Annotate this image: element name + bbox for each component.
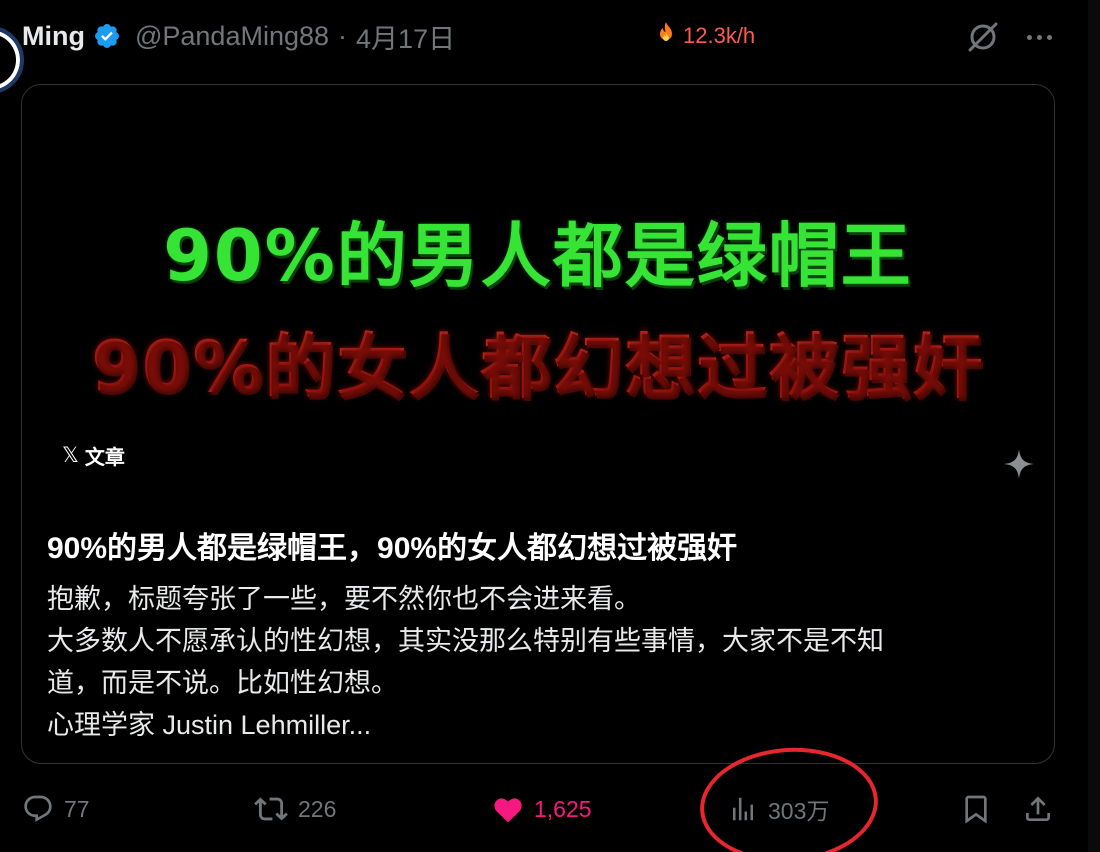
- repost-icon: [254, 797, 288, 821]
- banner-headline-green: 90%的男人都是绿帽王: [163, 215, 913, 297]
- article-card[interactable]: 90%的男人都是绿帽王 90%的女人都幻想过被强奸 𝕏 文章 90%的男人都是绿…: [21, 84, 1055, 764]
- reply-icon: [24, 795, 52, 822]
- author-name[interactable]: Ming: [22, 21, 85, 52]
- avatar[interactable]: [0, 26, 24, 94]
- verified-badge-icon: [93, 22, 121, 50]
- repost-button[interactable]: 226: [254, 784, 336, 834]
- share-icon: [1026, 796, 1050, 821]
- bookmark-icon: [965, 795, 987, 824]
- reply-button[interactable]: 77: [22, 784, 90, 834]
- sparkle-icon: [1002, 447, 1036, 481]
- tweet-view: Ming @PandaMing88 · 4月17日 12.3k/h 90%的男人…: [0, 0, 1100, 852]
- bookmark-button[interactable]: [960, 784, 992, 834]
- repost-count: 226: [298, 795, 337, 822]
- trend-rate-value: 12.3k/h: [683, 23, 756, 48]
- article-banner-image: 90%的男人都是绿帽王 90%的女人都幻想过被强奸 𝕏 文章: [22, 85, 1054, 495]
- x-logo-icon: 𝕏: [62, 443, 79, 467]
- article-badge-label: 文章: [84, 446, 125, 469]
- action-bar: 77 226 1,625 303万: [0, 784, 1100, 834]
- article-excerpt-line: 大多数人不愿承认的性幻想，其实没那么特别有些事情，大家不是不知: [47, 626, 884, 656]
- article-excerpt-line: 心理学家 Justin Lehmiller...: [47, 710, 372, 740]
- author-handle[interactable]: @PandaMing88: [135, 21, 329, 52]
- fire-icon: [655, 21, 677, 51]
- article-excerpt-line: 道，而是不说。比如性幻想。: [47, 668, 398, 698]
- article-excerpt-line: 抱歉，标题夸张了一些，要不然你也不会进来看。: [47, 584, 641, 614]
- trend-rate: 12.3k/h: [655, 20, 755, 52]
- grok-icon[interactable]: [966, 20, 1000, 54]
- banner-headline-red: 90%的女人都幻想过被强奸: [22, 311, 1054, 412]
- share-button[interactable]: [1022, 784, 1054, 834]
- separator: ·: [338, 20, 348, 51]
- like-count: 1,625: [534, 795, 592, 822]
- article-badge: 𝕏 文章: [62, 441, 125, 469]
- scrollbar[interactable]: [1088, 0, 1100, 852]
- more-icon[interactable]: [1022, 24, 1056, 50]
- tweet-header: Ming @PandaMing88 · 4月17日: [22, 18, 455, 54]
- heart-icon: [494, 798, 522, 823]
- reply-count: 77: [64, 795, 90, 822]
- post-date[interactable]: 4月17日: [356, 17, 455, 56]
- like-button[interactable]: 1,625: [492, 784, 592, 834]
- article-title[interactable]: 90%的男人都是绿帽王，90%的女人都幻想过被强奸: [47, 523, 1037, 567]
- article-excerpt: 抱歉，标题夸张了一些，要不然你也不会进来看。 大多数人不愿承认的性幻想，其实没那…: [47, 578, 1007, 746]
